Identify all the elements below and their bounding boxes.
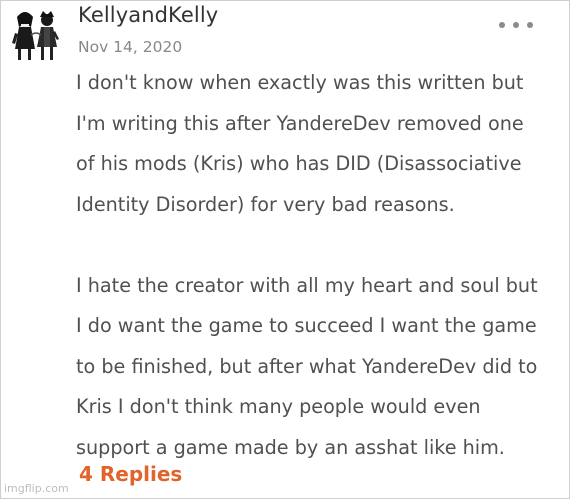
avatar-image xyxy=(12,11,59,60)
comment-line: I don't know when exactly was this writt… xyxy=(76,71,524,94)
more-options-button[interactable] xyxy=(499,13,533,37)
more-dots-icon xyxy=(499,22,505,28)
comment-line: Kris I don't think many people would eve… xyxy=(76,395,481,418)
comment-body: I don't know when exactly was this writt… xyxy=(76,63,564,468)
more-dots-icon xyxy=(513,22,519,28)
comment-line: I'm writing this after YandereDev remove… xyxy=(76,111,524,135)
avatar[interactable] xyxy=(11,9,61,63)
comment-line: Identity Disorder) for very bad reasons. xyxy=(76,192,455,216)
comment-line: of his mods (Kris) who has DID (Disassoc… xyxy=(76,152,522,175)
watermark: imgflip.com xyxy=(4,482,69,495)
username[interactable]: KellyandKelly xyxy=(78,3,218,27)
more-dots-icon xyxy=(527,22,533,28)
comment-line: to be finished, but after what YandereDe… xyxy=(76,354,538,378)
post-date: Nov 14, 2020 xyxy=(78,38,183,56)
replies-link[interactable]: 4 Replies xyxy=(79,462,182,486)
comment-card: KellyandKelly Nov 14, 2020 I don't know … xyxy=(0,0,570,499)
comment-line: I do want the game to succeed I want the… xyxy=(76,314,537,337)
comment-line: I hate the creator with all my heart and… xyxy=(76,273,538,297)
